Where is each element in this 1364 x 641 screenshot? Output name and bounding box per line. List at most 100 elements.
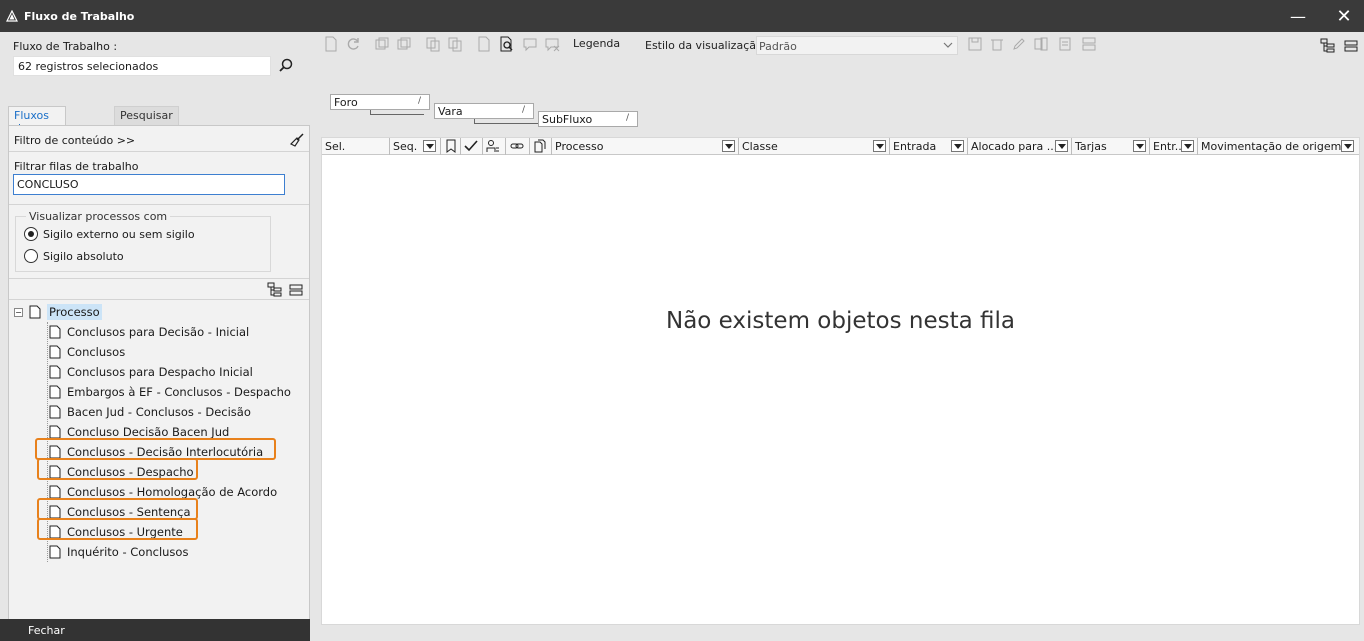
- tab-fluxos-de-trabalho[interactable]: Fluxos de trabalho: [8, 106, 67, 148]
- column-filter-dropdown[interactable]: [1055, 140, 1068, 152]
- deselect-icon[interactable]: [396, 36, 412, 52]
- column-link[interactable]: [506, 138, 530, 155]
- content-filter-toggle[interactable]: Filtro de conteúdo >>: [14, 134, 135, 147]
- filter-queues-input[interactable]: CONCLUSO: [13, 174, 285, 195]
- column-bookmark[interactable]: [441, 138, 461, 155]
- sort-indicator: /: [521, 105, 525, 115]
- tree-collapse-icon[interactable]: [1344, 38, 1358, 54]
- collapse-toggle-icon[interactable]: −: [14, 307, 23, 317]
- column-seq[interactable]: Seq.: [390, 138, 441, 155]
- tree-toolbar: [267, 282, 303, 298]
- tree-expand-icon[interactable]: [1320, 38, 1336, 54]
- tree-item[interactable]: Conclusos para Despacho Inicial: [49, 362, 253, 382]
- select-icon[interactable]: [374, 36, 390, 52]
- column-filter-dropdown[interactable]: [873, 140, 886, 152]
- group-chip-foro[interactable]: Foro /: [330, 94, 430, 110]
- tree-item[interactable]: Conclusos: [49, 342, 125, 362]
- grid-header: Sel. Seq. Processo Classe Entrada Alocad…: [322, 138, 1359, 155]
- column-sel[interactable]: Sel.: [322, 138, 390, 155]
- highlight-box: [37, 458, 198, 480]
- visualize-group: Visualizar processos com Sigilo externo …: [15, 210, 271, 272]
- refresh-icon[interactable]: [345, 36, 361, 52]
- tree-item[interactable]: Conclusos para Decisão - Inicial: [49, 322, 249, 342]
- chevron-down-icon: [943, 42, 953, 48]
- tree-item-label: Conclusos para Despacho Inicial: [67, 365, 253, 379]
- search-icon[interactable]: [277, 57, 295, 75]
- radio-sigilo-absoluto[interactable]: Sigilo absoluto: [24, 249, 124, 263]
- view-style-select[interactable]: Padrão: [756, 36, 958, 55]
- group-connector: [370, 110, 424, 115]
- tree-item-label: Concluso Decisão Bacen Jud: [67, 425, 230, 439]
- new-document-icon[interactable]: [323, 36, 339, 52]
- right-panel: Legenda Estilo da visualização Padrão Fo…: [312, 32, 1364, 641]
- column-classe[interactable]: Classe: [739, 138, 890, 155]
- tree-item-label: Embargos à EF - Conclusos - Despacho: [67, 385, 291, 399]
- workflow-selection-field[interactable]: 62 registros selecionados: [13, 56, 271, 76]
- tree-collapse-icon[interactable]: [289, 282, 303, 298]
- copy-icon[interactable]: [425, 36, 441, 52]
- document-icon: [49, 385, 61, 399]
- delete-icon[interactable]: [989, 36, 1005, 52]
- radio-unselected[interactable]: [24, 249, 38, 263]
- close-button[interactable]: Fechar: [0, 619, 310, 641]
- tree-item[interactable]: Inquérito - Conclusos: [49, 542, 188, 562]
- column-processo[interactable]: Processo: [552, 138, 739, 155]
- document-icon: [49, 405, 61, 419]
- column-entr[interactable]: Entr...: [1150, 138, 1198, 155]
- column-filter-dropdown[interactable]: [1133, 140, 1146, 152]
- save-icon[interactable]: [967, 36, 983, 52]
- tree-item[interactable]: Bacen Jud - Conclusos - Decisão: [49, 402, 251, 422]
- divider: [9, 299, 309, 300]
- column-filter-dropdown[interactable]: [423, 140, 436, 152]
- export-icon[interactable]: [476, 36, 492, 52]
- column-label: Entrada: [893, 140, 937, 153]
- radio-sigilo-externo[interactable]: Sigilo externo ou sem sigilo: [24, 227, 195, 241]
- tree-item[interactable]: Embargos à EF - Conclusos - Despacho: [49, 382, 291, 402]
- excel-export-icon[interactable]: [1033, 36, 1049, 52]
- edit-icon[interactable]: [1011, 36, 1027, 52]
- column-tarjas[interactable]: Tarjas: [1072, 138, 1150, 155]
- layout-icon[interactable]: [1081, 36, 1097, 52]
- column-filter-dropdown[interactable]: [1341, 140, 1354, 152]
- column-documents[interactable]: [530, 138, 552, 155]
- radio-label: Sigilo absoluto: [43, 249, 124, 263]
- column-assign[interactable]: [483, 138, 506, 155]
- remove-comment-icon[interactable]: [544, 36, 560, 52]
- window-title: Fluxo de Trabalho: [24, 9, 135, 23]
- column-label: Processo: [555, 140, 604, 153]
- column-check[interactable]: [461, 138, 483, 155]
- minimize-button[interactable]: —: [1275, 0, 1321, 32]
- group-chip-vara[interactable]: Vara /: [434, 103, 534, 119]
- column-entrada[interactable]: Entrada: [890, 138, 968, 155]
- bookmark-icon: [446, 139, 456, 153]
- report-icon[interactable]: [1057, 36, 1073, 52]
- tree-item-label: Inquérito - Conclusos: [67, 545, 189, 559]
- column-label: Classe: [742, 140, 778, 153]
- comment-icon[interactable]: [522, 36, 538, 52]
- sort-indicator: /: [625, 113, 629, 123]
- link-icon: [510, 143, 524, 149]
- tree-expand-icon[interactable]: [267, 282, 283, 298]
- column-label: Sel.: [325, 140, 346, 153]
- broom-icon[interactable]: [289, 132, 305, 148]
- paste-icon[interactable]: [447, 36, 463, 52]
- column-filter-dropdown[interactable]: [722, 140, 735, 152]
- tree-root-processo[interactable]: − Processo: [14, 302, 102, 322]
- group-chip-label: SubFluxo: [542, 113, 593, 126]
- close-window-button[interactable]: ✕: [1321, 0, 1364, 32]
- view-style-value: Padrão: [759, 40, 797, 53]
- title-bar: Fluxo de Trabalho — ✕: [0, 0, 1364, 32]
- column-filter-dropdown[interactable]: [951, 140, 964, 152]
- results-grid: Sel. Seq. Processo Classe Entrada Alocad…: [321, 137, 1360, 625]
- search-document-icon[interactable]: [498, 36, 514, 52]
- document-icon: [49, 545, 61, 559]
- left-panel: Fluxo de Trabalho : 62 registros selecio…: [0, 32, 312, 641]
- column-filter-dropdown[interactable]: [1181, 140, 1194, 152]
- document-icon: [49, 485, 61, 499]
- tab-pesquisar[interactable]: Pesquisar: [114, 106, 179, 125]
- column-movimentacao[interactable]: Movimentação de origem: [1198, 138, 1359, 155]
- group-chip-subfluxo[interactable]: SubFluxo /: [538, 111, 638, 127]
- radio-selected[interactable]: [24, 227, 38, 241]
- legend-button[interactable]: Legenda: [573, 37, 620, 50]
- column-alocado[interactable]: Alocado para ...: [968, 138, 1072, 155]
